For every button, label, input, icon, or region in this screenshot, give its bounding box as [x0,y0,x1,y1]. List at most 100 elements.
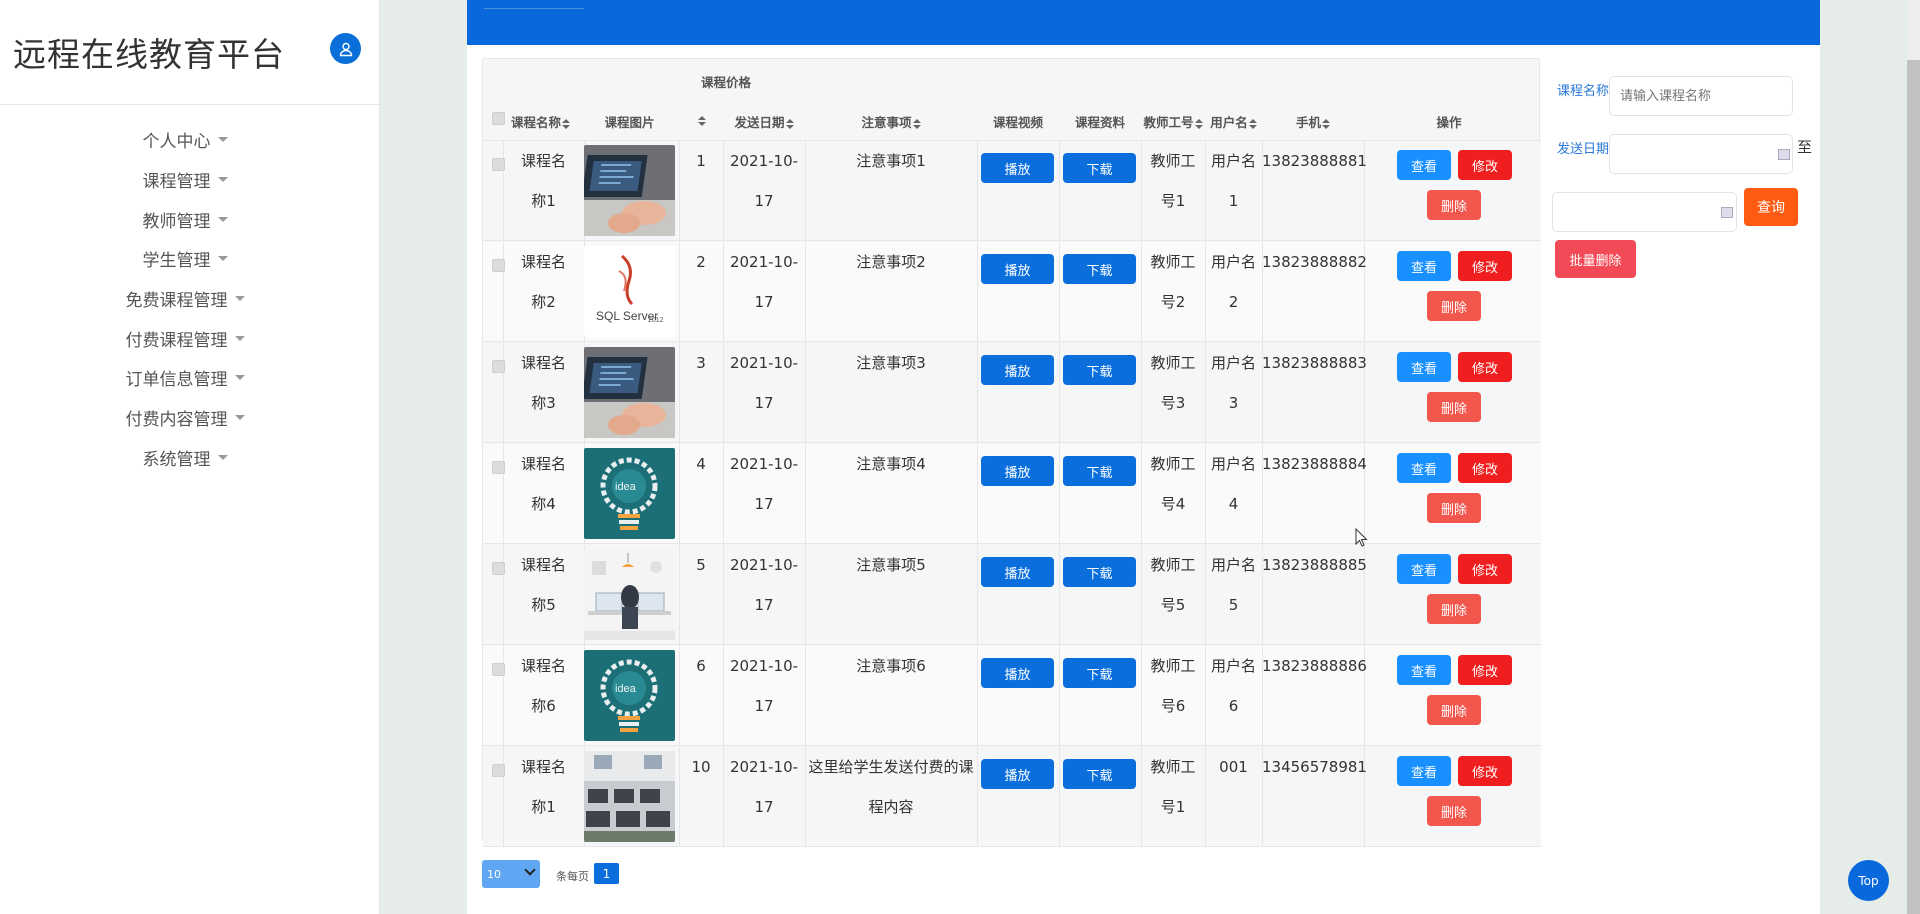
cell-line: 3 [1228,394,1239,412]
view-button[interactable]: 查看 [1397,554,1451,584]
course-name-cell: 课程名 称4 [503,444,584,524]
course-image[interactable]: idea [584,448,675,539]
batch-delete-button[interactable]: 批量删除 [1555,240,1636,278]
th-date[interactable]: 发送日期 [723,112,805,131]
course-image[interactable] [584,751,675,842]
select-all-checkbox[interactable] [492,112,505,125]
sort-icon [1194,118,1203,129]
play-video-button[interactable]: 播放 [981,355,1054,385]
download-material-button[interactable]: 下载 [1063,153,1136,183]
th-teacher-id[interactable]: 教师工号 [1141,112,1205,131]
cell-line: 17 [754,495,774,513]
th-phone[interactable]: 手机 [1262,112,1364,131]
play-video-button[interactable]: 播放 [981,153,1054,183]
course-image[interactable] [584,549,675,640]
download-material-button[interactable]: 下载 [1063,658,1136,688]
th-price[interactable] [679,112,723,127]
delete-button[interactable]: 删除 [1427,493,1481,523]
download-material-button[interactable]: 下载 [1063,759,1136,789]
th-username[interactable]: 用户名 [1205,112,1262,131]
delete-button[interactable]: 删除 [1427,695,1481,725]
cell-line: 用户名 [1210,455,1256,473]
notes-cell: 注意事项4 [805,444,977,484]
play-video-button[interactable]: 播放 [981,456,1054,486]
course-image[interactable]: idea [584,650,675,741]
edit-button[interactable]: 修改 [1458,352,1512,382]
th-price-label: 课程价格 [700,75,751,90]
caret-down-icon [217,454,228,460]
th-phone-label: 手机 [1295,115,1321,130]
notes-cell: 注意事项6 [805,646,977,686]
sidebar-item-paid-course-management[interactable]: 付费课程管理 [0,318,370,358]
table-row: 课程名 称1 10 2021-10- 17 这里给学生发送付费的课 程内容 播放 下载 教师工 号1… [483,747,1541,847]
sidebar-item-personal-center[interactable]: 个人中心 [0,120,370,160]
view-button[interactable]: 查看 [1397,655,1451,685]
edit-button[interactable]: 修改 [1458,655,1512,685]
edit-button[interactable]: 修改 [1458,251,1512,281]
view-button[interactable]: 查看 [1397,756,1451,786]
play-video-button[interactable]: 播放 [981,759,1054,789]
course-name-input[interactable] [1609,76,1793,116]
price-cell: 5 [696,556,706,574]
date-cell: 2021-10- 17 [723,343,805,423]
delete-button[interactable]: 删除 [1427,392,1481,422]
download-material-button[interactable]: 下载 [1063,557,1136,587]
caret-down-icon [234,375,245,381]
play-video-button[interactable]: 播放 [981,658,1054,688]
course-image[interactable]: SQL Server 2012 [584,246,675,337]
teacher-id-cell: 教师工 号6 [1141,646,1205,726]
download-material-button[interactable]: 下载 [1063,355,1136,385]
cell-line: 2021-10- [729,253,799,271]
edit-button[interactable]: 修改 [1458,453,1512,483]
download-material-button[interactable]: 下载 [1063,254,1136,284]
view-button[interactable]: 查看 [1397,453,1451,483]
user-avatar-icon[interactable] [330,33,361,64]
sidebar-item-system-management[interactable]: 系统管理 [0,438,370,478]
course-image[interactable] [584,347,675,438]
cell-line: 号6 [1160,697,1186,715]
view-button[interactable]: 查看 [1397,251,1451,281]
delete-button[interactable]: 删除 [1427,190,1481,220]
column-divider [1059,444,1060,543]
username-cell: 用户名 6 [1205,646,1262,726]
start-date-input[interactable] [1609,134,1793,174]
scrollbar-thumb[interactable] [1907,60,1920,914]
cell-line: 教师工 [1150,758,1196,776]
sort-icon [1248,118,1257,129]
cell-line: 注意事项6 [856,657,926,675]
back-to-top-button[interactable]: Top [1848,860,1889,901]
cell-line: 称6 [531,697,556,715]
end-date-input[interactable] [1552,192,1737,232]
cell-line: 号4 [1160,495,1186,513]
course-name-cell: 课程名 称1 [503,141,584,221]
sidebar-item-teacher-management[interactable]: 教师管理 [0,199,370,239]
edit-button[interactable]: 修改 [1458,554,1512,584]
delete-button[interactable]: 删除 [1427,291,1481,321]
caret-down-icon [234,296,245,302]
th-name[interactable]: 课程名称 [511,112,571,131]
edit-button[interactable]: 修改 [1458,756,1512,786]
view-button[interactable]: 查看 [1397,352,1451,382]
delete-button[interactable]: 删除 [1427,796,1481,826]
th-notes[interactable]: 注意事项 [805,112,977,131]
download-material-button[interactable]: 下载 [1063,456,1136,486]
page-size-select[interactable]: 10 [482,860,540,888]
course-image[interactable] [584,145,675,236]
phone-cell: 13456578981 [1262,758,1367,776]
sidebar-item-paid-content-management[interactable]: 付费内容管理 [0,398,370,438]
username-cell: 用户名 3 [1205,343,1262,423]
query-button[interactable]: 查询 [1744,188,1798,226]
edit-button[interactable]: 修改 [1458,150,1512,180]
sidebar-item-order-management[interactable]: 订单信息管理 [0,358,370,398]
th-video: 课程视频 [992,115,1043,130]
play-video-button[interactable]: 播放 [981,254,1054,284]
sidebar-item-label: 个人中心 [142,132,211,153]
delete-button[interactable]: 删除 [1427,594,1481,624]
course-name-cell: 课程名 称5 [503,545,584,625]
play-video-button[interactable]: 播放 [981,557,1054,587]
view-button[interactable]: 查看 [1397,150,1451,180]
sidebar-item-course-management[interactable]: 课程管理 [0,160,370,200]
sidebar-item-free-course-management[interactable]: 免费课程管理 [0,279,370,319]
page-button-current[interactable]: 1 [594,863,619,884]
sidebar-item-student-management[interactable]: 学生管理 [0,239,370,279]
